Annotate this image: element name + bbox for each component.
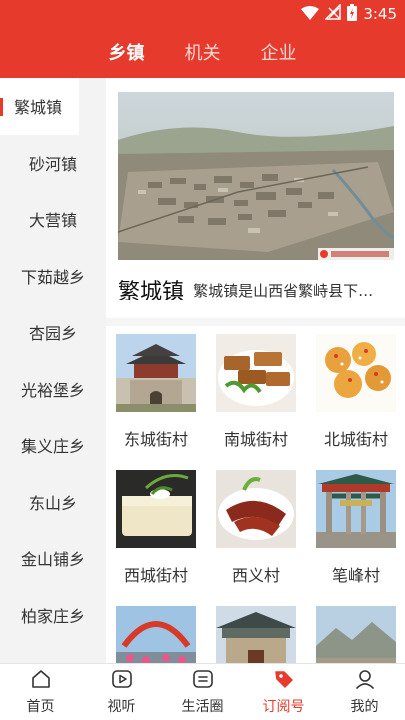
village-name: 西义村 bbox=[231, 566, 280, 585]
town-description: 繁城镇是山西省繁峙县下… bbox=[193, 281, 374, 300]
sidebar-item-shahe[interactable]: 砂河镇 bbox=[0, 135, 106, 192]
town-name: 繁城镇 bbox=[118, 280, 185, 300]
status-bar: 3:45 bbox=[0, 0, 405, 28]
town-sidebar: 繁城镇 砂河镇 大营镇 下茹越乡 杏园乡 光裕堡乡 集义庄乡 东山乡 金山铺乡 … bbox=[0, 78, 106, 663]
nav-profile-label: 我的 bbox=[350, 699, 379, 715]
nav-home[interactable]: 首页 bbox=[0, 664, 81, 720]
tab-enterprises[interactable]: 企业 bbox=[261, 39, 297, 65]
nav-life-circle[interactable]: 生活圈 bbox=[162, 664, 243, 720]
tag-icon bbox=[273, 668, 295, 694]
battery-icon bbox=[347, 3, 358, 25]
status-time: 3:45 bbox=[363, 5, 397, 23]
village-card[interactable]: 西城街村 bbox=[116, 470, 196, 586]
sidebar-item-xiaruyue[interactable]: 下茹越乡 bbox=[0, 248, 106, 305]
nav-subscriptions[interactable]: 订阅号 bbox=[243, 664, 324, 720]
sidebar-item-jiyizhuang[interactable]: 集义庄乡 bbox=[0, 417, 106, 474]
village-card[interactable] bbox=[316, 606, 396, 663]
wifi-icon bbox=[301, 5, 320, 24]
village-photo-silken-tofu bbox=[116, 470, 196, 548]
sidebar-item-dongshan[interactable]: 东山乡 bbox=[0, 474, 106, 531]
village-name: 南城街村 bbox=[223, 430, 288, 449]
home-icon bbox=[30, 668, 52, 694]
town-summary[interactable]: 繁城镇 繁城镇是山西省繁峙县下… bbox=[118, 274, 394, 300]
village-card[interactable] bbox=[116, 606, 196, 663]
sidebar-item-baijiazhuang[interactable]: 柏家庄乡 bbox=[0, 587, 106, 644]
village-card[interactable]: 西义村 bbox=[216, 470, 296, 586]
village-photo-mountains bbox=[316, 606, 396, 663]
village-name: 东城街村 bbox=[123, 430, 188, 449]
village-card[interactable]: 东城街村 bbox=[116, 334, 196, 450]
category-tabs: 乡镇 机关 企业 bbox=[0, 30, 405, 74]
village-card[interactable]: 北城街村 bbox=[316, 334, 396, 450]
village-photo-sliced-meat bbox=[216, 470, 296, 548]
section-divider bbox=[106, 318, 405, 326]
village-name: 北城街村 bbox=[323, 430, 388, 449]
play-icon bbox=[111, 668, 133, 694]
village-card[interactable] bbox=[216, 606, 296, 663]
sidebar-item-guangyubao[interactable]: 光裕堡乡 bbox=[0, 361, 106, 418]
status-icons: 3:45 bbox=[301, 3, 397, 25]
sidebar-item-jinshanpu[interactable]: 金山铺乡 bbox=[0, 530, 106, 587]
sidebar-item-xingyuan[interactable]: 杏园乡 bbox=[0, 304, 106, 361]
village-photo-tofu-dish bbox=[216, 334, 296, 412]
village-card[interactable]: 笔峰村 bbox=[316, 470, 396, 586]
town-content: 繁城镇 繁城镇是山西省繁峙县下… 东城街村 南城街村 北城街村 西城街村 西义村… bbox=[106, 78, 405, 663]
village-name: 西城街村 bbox=[123, 566, 188, 585]
nav-home-label: 首页 bbox=[26, 699, 55, 715]
village-photo-gate-tower bbox=[116, 334, 196, 412]
tab-towns[interactable]: 乡镇 bbox=[109, 39, 145, 65]
village-photo-festival bbox=[116, 606, 196, 663]
village-card[interactable]: 南城街村 bbox=[216, 334, 296, 450]
village-name: 笔峰村 bbox=[331, 566, 380, 585]
town-aerial-photo[interactable] bbox=[118, 92, 394, 260]
top-header: 3:45 乡镇 机关 企业 bbox=[0, 0, 405, 78]
sidebar-item-fancheng[interactable]: 繁城镇 bbox=[0, 78, 79, 135]
list-icon bbox=[192, 668, 214, 694]
bottom-navigation: 首页 视听 生活圈 订阅号 我的 bbox=[0, 663, 405, 720]
signal-icon bbox=[324, 3, 342, 24]
sidebar-item-daying[interactable]: 大营镇 bbox=[0, 191, 106, 248]
app-root: 3:45 乡镇 机关 企业 繁城镇 砂河镇 大营镇 下茹越乡 杏园乡 光裕堡乡 … bbox=[0, 0, 405, 720]
village-photo-fried-snack bbox=[316, 334, 396, 412]
nav-life-circle-label: 生活圈 bbox=[181, 699, 224, 715]
user-icon bbox=[354, 668, 376, 694]
nav-subscriptions-label: 订阅号 bbox=[262, 699, 305, 715]
nav-profile[interactable]: 我的 bbox=[324, 664, 405, 720]
village-photo-temple-roof bbox=[216, 606, 296, 663]
village-photo-archway bbox=[316, 470, 396, 548]
tab-agencies[interactable]: 机关 bbox=[185, 39, 221, 65]
nav-video-label: 视听 bbox=[107, 699, 136, 715]
nav-video[interactable]: 视听 bbox=[81, 664, 162, 720]
